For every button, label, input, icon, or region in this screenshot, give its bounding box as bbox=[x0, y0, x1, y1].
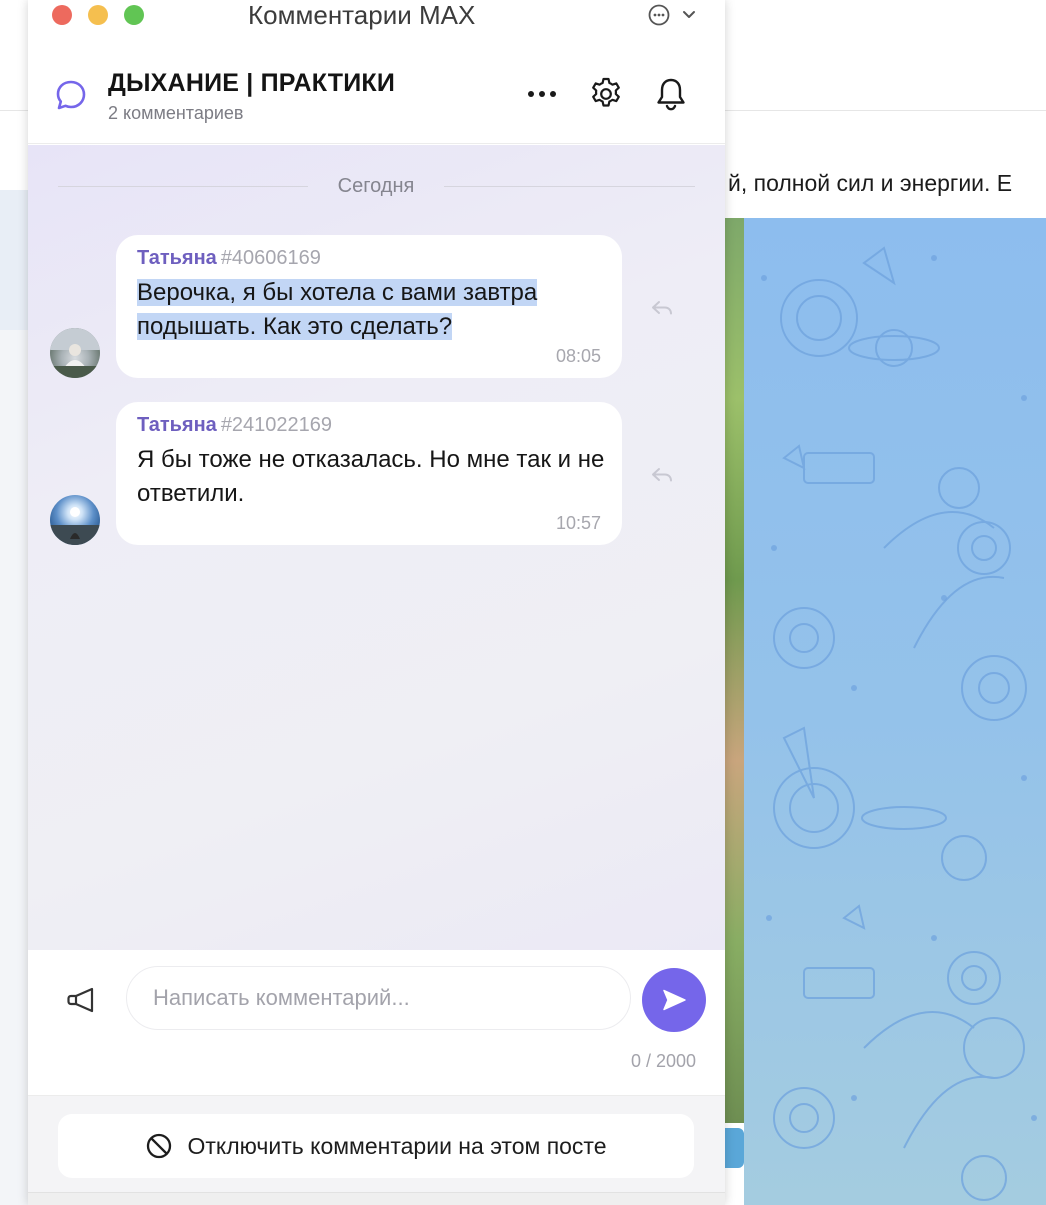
background-post-text: й, полной сил и энергии. Е bbox=[728, 170, 1013, 196]
comment-bubble-icon bbox=[54, 78, 88, 112]
ellipsis-circle-icon bbox=[648, 4, 695, 26]
channel-header: ДЫХАНИЕ | ПРАКТИКИ 2 комментариев bbox=[28, 36, 725, 144]
gear-icon bbox=[592, 77, 620, 107]
background-left-panel bbox=[0, 190, 28, 330]
comment-input-wrapper[interactable] bbox=[126, 966, 631, 1030]
more-button[interactable] bbox=[522, 74, 562, 114]
author-id: #241022169 bbox=[220, 414, 333, 436]
channel-name[interactable]: ДЫХАНИЕ | ПРАКТИКИ bbox=[108, 69, 395, 98]
character-counter: 0 / 2000 bbox=[630, 1051, 696, 1071]
reply-arrow-icon bbox=[652, 468, 672, 482]
background-badge bbox=[724, 1128, 744, 1168]
comment-bubble[interactable]: Татьяна #40606169 Верочка, я бы хотела с … bbox=[116, 235, 622, 378]
divider bbox=[58, 186, 308, 187]
settings-button[interactable] bbox=[586, 74, 626, 114]
comment-composer: 0 / 2000 bbox=[28, 950, 725, 1095]
window-options-menu[interactable] bbox=[648, 4, 700, 26]
window-title: Комментарии MAX bbox=[248, 0, 476, 30]
comment-text[interactable]: Верочка, я бы хотела с вами завтра подыш… bbox=[137, 276, 607, 344]
avatar-photo bbox=[50, 328, 100, 378]
reply-button[interactable] bbox=[649, 462, 675, 488]
date-separator: Сегодня bbox=[58, 175, 695, 199]
send-arrow-icon bbox=[663, 989, 686, 1011]
close-window-button[interactable] bbox=[52, 5, 72, 25]
announce-button[interactable] bbox=[64, 982, 100, 1018]
reply-button[interactable] bbox=[649, 295, 675, 321]
comments-window: Комментарии MAX ДЫХАНИЕ | ПРАКТИКИ 2 ком… bbox=[28, 0, 725, 1205]
comment-time: 10:57 bbox=[555, 513, 601, 533]
author-id: #40606169 bbox=[220, 247, 321, 269]
megaphone-icon bbox=[67, 987, 94, 1013]
author-name[interactable]: Татьяна bbox=[137, 414, 217, 436]
comments-settings-footer: Отключить комментарии на этом посте bbox=[28, 1095, 725, 1205]
space-doodle-pattern bbox=[761, 246, 1037, 1201]
comments-count: 2 комментариев bbox=[108, 103, 244, 123]
comment-author[interactable]: Татьяна #241022169 bbox=[137, 414, 332, 437]
disable-comments-button[interactable]: Отключить комментарии на этом посте bbox=[58, 1114, 694, 1178]
zoom-window-button[interactable] bbox=[124, 5, 144, 25]
date-label: Сегодня bbox=[337, 175, 415, 197]
comment-text[interactable]: Я бы тоже не отказалась. Но мне так и не… bbox=[137, 443, 607, 511]
comment-bubble[interactable]: Татьяна #241022169 Я бы тоже не отказалас… bbox=[116, 402, 622, 545]
author-name[interactable]: Татьяна bbox=[137, 247, 217, 269]
title-bar: Комментарии MAX bbox=[28, 0, 725, 36]
avatar-photo bbox=[50, 507, 100, 545]
comments-feed[interactable]: Сегодня Татьяна #40606169 Верочка, я бы х… bbox=[28, 145, 725, 950]
notifications-button[interactable] bbox=[651, 74, 691, 114]
comment-input[interactable] bbox=[153, 967, 613, 1029]
avatar[interactable] bbox=[50, 328, 100, 378]
background-chat-wallpaper bbox=[744, 218, 1046, 1205]
bell-icon bbox=[657, 78, 685, 111]
avatar[interactable] bbox=[50, 495, 100, 545]
window-bottom-edge bbox=[28, 1192, 725, 1205]
comment-time: 08:05 bbox=[555, 346, 601, 366]
background-post-photo bbox=[724, 218, 746, 1123]
comment-author[interactable]: Татьяна #40606169 bbox=[137, 247, 321, 270]
minimize-window-button[interactable] bbox=[88, 5, 108, 25]
selected-text[interactable]: Верочка, я бы хотела с вами завтра подыш… bbox=[137, 279, 538, 340]
divider bbox=[444, 186, 695, 187]
more-horizontal-icon bbox=[528, 91, 556, 97]
reply-arrow-icon bbox=[652, 301, 672, 315]
disable-comments-label: Отключить комментарии на этом посте bbox=[187, 1132, 607, 1159]
background-left-panel-lower bbox=[0, 330, 28, 1205]
send-button[interactable] bbox=[642, 968, 706, 1032]
prohibited-icon bbox=[147, 1133, 172, 1159]
